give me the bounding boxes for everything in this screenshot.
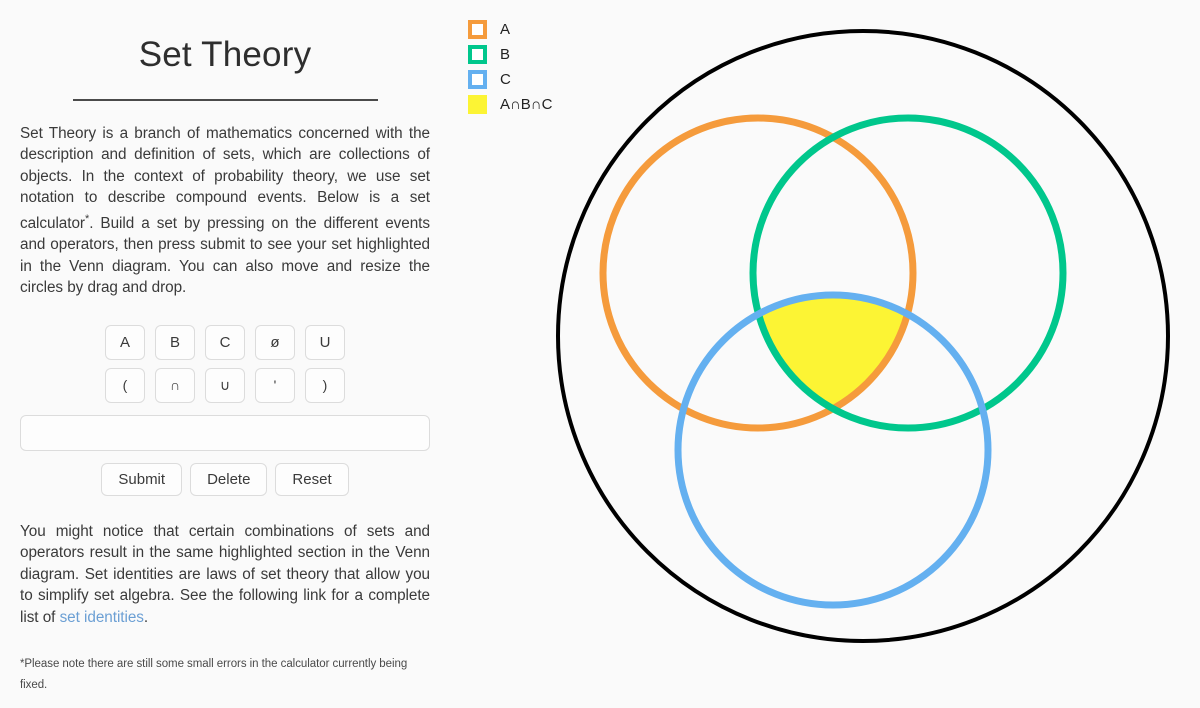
calculator-footnote: *Please note there are still some small … <box>20 658 408 692</box>
left-panel: Set Theory Set Theory is a branch of mat… <box>0 0 450 708</box>
operator-key-row: ( ∩ ∪ ' ) <box>20 367 430 403</box>
delete-button[interactable]: Delete <box>190 462 268 496</box>
legend-swatch-c-icon <box>468 70 487 89</box>
key-universal-set[interactable]: U <box>305 324 345 360</box>
set-calculator: A B C ø U ( ∩ ∪ ' ) Submit Delete Reset <box>20 324 430 496</box>
venn-diagram[interactable] <box>550 18 1190 668</box>
key-close-paren[interactable]: ) <box>305 367 345 403</box>
reset-button[interactable]: Reset <box>275 462 349 496</box>
key-open-paren[interactable]: ( <box>105 367 145 403</box>
set-identities-link[interactable]: set identities <box>60 609 144 626</box>
legend-label-intersection: A∩B∩C <box>500 96 553 113</box>
key-intersection[interactable]: ∩ <box>155 367 195 403</box>
legend-label-c: C <box>500 71 511 88</box>
set-expression-input[interactable] <box>20 414 430 451</box>
set-key-row: A B C ø U <box>20 324 430 360</box>
key-complement[interactable]: ' <box>255 367 295 403</box>
legend-swatch-b-icon <box>468 45 487 64</box>
intro-paragraph: Set Theory is a branch of mathematics co… <box>20 123 430 299</box>
key-union[interactable]: ∪ <box>205 367 245 403</box>
set-circle-a[interactable] <box>599 114 917 432</box>
submit-button[interactable]: Submit <box>101 462 183 496</box>
title-divider <box>72 98 378 101</box>
page-title: Set Theory <box>138 35 312 74</box>
key-set-b[interactable]: B <box>155 324 195 360</box>
identities-text-after: . <box>143 608 149 626</box>
key-empty-set[interactable]: ø <box>255 324 295 360</box>
legend-label-a: A <box>500 21 511 38</box>
calculator-action-row: Submit Delete Reset <box>20 462 430 496</box>
set-circle-b[interactable] <box>749 114 1067 432</box>
key-set-a[interactable]: A <box>105 324 145 360</box>
legend-swatch-intersection-icon <box>468 95 487 114</box>
set-identities-paragraph: You might notice that certain combinatio… <box>20 521 430 629</box>
legend-swatch-a-icon <box>468 20 487 39</box>
legend-label-b: B <box>500 46 511 63</box>
key-set-c[interactable]: C <box>205 324 245 360</box>
